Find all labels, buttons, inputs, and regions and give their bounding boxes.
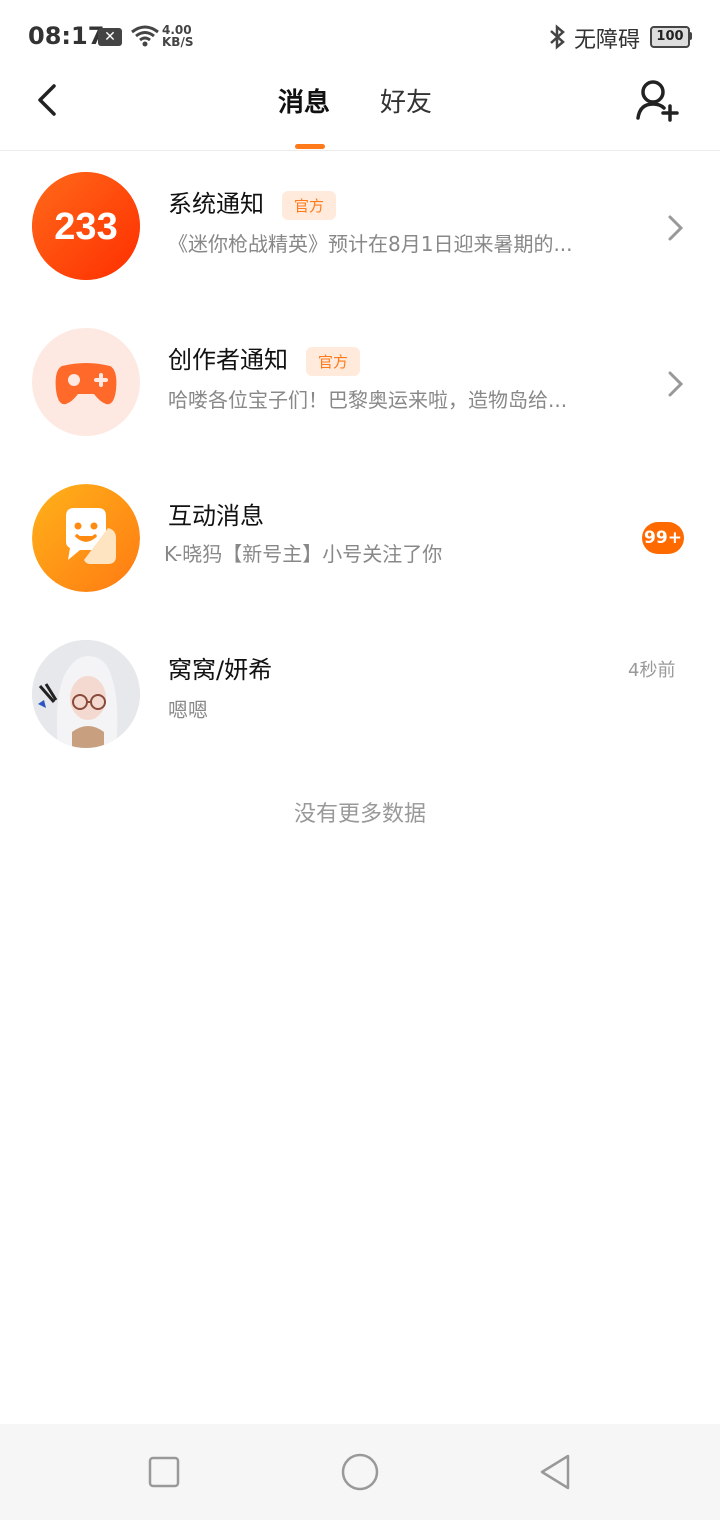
home-icon[interactable] xyxy=(340,1452,380,1492)
list-item-creator-notice[interactable]: 创作者通知 官方 哈喽各位宝子们！巴黎奥运来啦，造物岛给... xyxy=(0,306,720,462)
accessibility-label: 无障碍 xyxy=(574,28,641,53)
creator-notice-title-row: 创作者通知 官方 xyxy=(168,340,361,376)
chevron-right-icon xyxy=(668,371,684,397)
active-tab-indicator xyxy=(295,144,325,149)
bluetooth-icon xyxy=(550,24,565,50)
official-badge: 官方 xyxy=(306,346,361,376)
official-badge: 官方 xyxy=(282,190,337,220)
battery-icon: 100 xyxy=(650,26,690,48)
creator-notice-preview: 哈喽各位宝子们！巴黎奥运来啦，造物岛给... xyxy=(168,388,568,412)
back-triangle-icon[interactable] xyxy=(536,1452,576,1492)
avatar-233-text: 233 xyxy=(54,206,117,248)
notification-x-icon: ✕ xyxy=(98,28,122,46)
net-speed: 4.00 KB/S xyxy=(162,24,193,48)
gamepad-icon xyxy=(55,363,117,405)
user-chat-title: 窝窝/妍希 xyxy=(168,656,273,684)
status-bar: 08:17 ✕ 4.00 KB/S 无障碍 100 xyxy=(0,0,720,72)
system-notice-preview: 《迷你枪战精英》预计在8月1日迎来暑期的... xyxy=(168,232,573,256)
add-friend-icon[interactable] xyxy=(634,78,680,124)
system-notice-title: 系统通知 xyxy=(168,190,264,218)
creator-notice-title: 创作者通知 xyxy=(168,346,288,374)
back-arrow-icon[interactable] xyxy=(30,82,66,118)
user-chat-preview: 嗯嗯 xyxy=(168,698,208,722)
user-avatar xyxy=(32,640,140,748)
tab-messages[interactable]: 消息 xyxy=(278,82,330,119)
chevron-right-icon xyxy=(668,215,684,241)
list-item-user-chat[interactable]: 窝窝/妍希 嗯嗯 4秒前 xyxy=(0,618,720,774)
tab-friends[interactable]: 好友 xyxy=(380,82,432,119)
list-item-interaction[interactable]: 互动消息 K-晓犸【新号主】小号关注了你 99+ xyxy=(0,462,720,618)
system-notice-avatar: 233 xyxy=(32,172,140,280)
interaction-preview: K-晓犸【新号主】小号关注了你 xyxy=(164,542,443,566)
interaction-avatar xyxy=(32,484,140,592)
top-nav-bar: 消息 好友 xyxy=(0,72,720,151)
unread-count-badge: 99+ xyxy=(642,522,684,554)
wifi-icon xyxy=(131,25,159,47)
no-more-data-label: 没有更多数据 xyxy=(293,802,426,827)
message-time: 4秒前 xyxy=(628,660,676,681)
list-item-system-notice[interactable]: 233 系统通知 官方 《迷你枪战精英》预计在8月1日迎来暑期的... xyxy=(0,150,720,306)
logo-233-icon: 233 xyxy=(32,172,140,280)
interaction-title: 互动消息 xyxy=(168,502,264,530)
system-notice-title-row: 系统通知 官方 xyxy=(168,184,337,220)
status-time: 08:17 xyxy=(28,22,105,50)
recent-apps-icon[interactable] xyxy=(144,1452,184,1492)
system-nav-bar xyxy=(0,1424,720,1520)
net-speed-unit: KB/S xyxy=(162,35,194,49)
creator-notice-avatar xyxy=(32,328,140,436)
chat-bubble-icon xyxy=(32,484,140,592)
user-portrait-icon xyxy=(32,640,140,748)
battery-tip xyxy=(689,32,692,40)
